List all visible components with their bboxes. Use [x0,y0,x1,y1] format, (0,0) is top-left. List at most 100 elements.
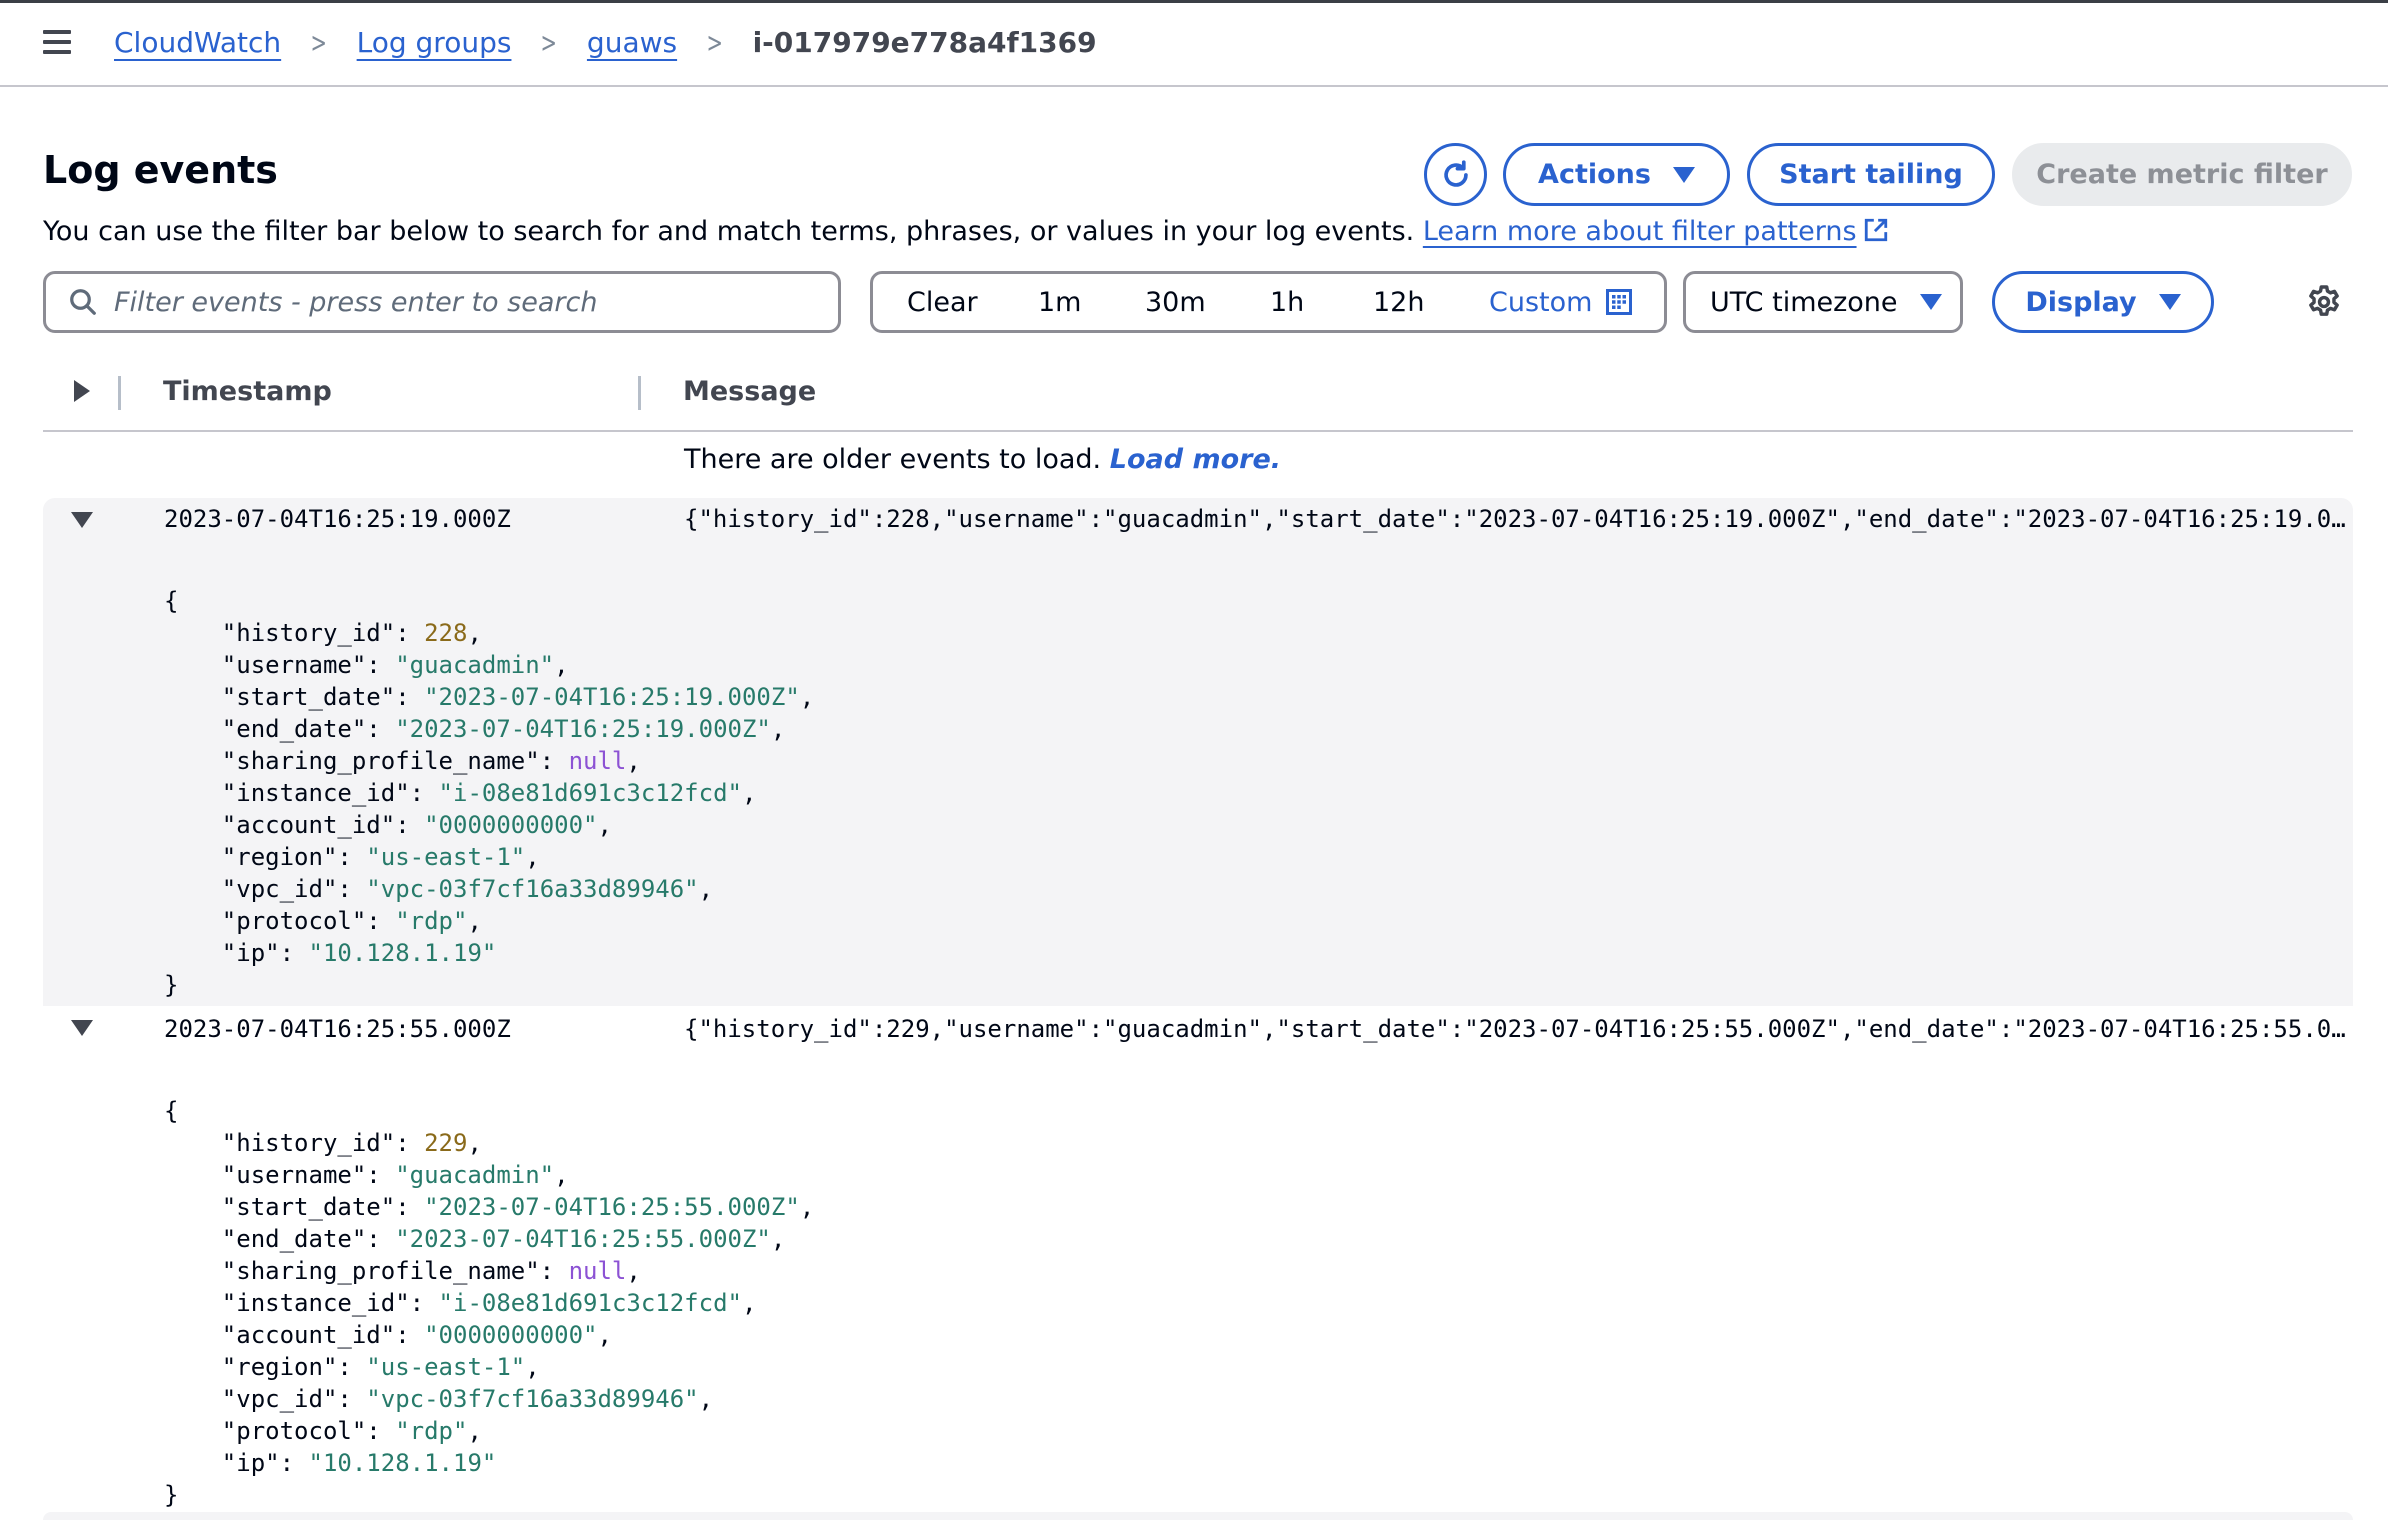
time-range-30m[interactable]: 30m [1145,287,1206,318]
json-field: "region": "us-east-1", [164,1353,540,1381]
column-header-timestamp[interactable]: Timestamp [163,376,332,407]
json-value: "2023-07-04T16:25:55.000Z" [424,1193,800,1221]
page-description: You can use the filter bar below to sear… [43,216,1889,247]
json-field: "account_id": "0000000000", [164,1321,612,1349]
json-field: "protocol": "rdp", [164,907,482,935]
log-event-row[interactable]: 2023-07-04T16:25:19.000Z {"history_id":2… [43,498,2354,1006]
older-events-notice: There are older events to load. Load mor… [684,444,1281,475]
table-header-divider [43,430,2353,432]
json-field: "end_date": "2023-07-04T16:25:19.000Z", [164,715,786,743]
json-value: "rdp" [395,907,468,935]
column-divider[interactable] [118,376,121,410]
json-field: "instance_id": "i-08e81d691c3c12fcd", [164,1289,757,1317]
event-timestamp: 2023-07-04T16:25:19.000Z [164,505,511,533]
log-event-row[interactable]: 2023-07-04T16:25:55.000Z {"history_id":2… [43,1006,2354,1512]
next-log-event-row[interactable] [43,1512,2353,1520]
filter-events-search[interactable] [43,271,841,333]
json-field: "ip": "10.128.1.19" [164,939,497,967]
time-range-clear[interactable]: Clear [907,287,978,318]
json-key: "account_id": [164,811,425,839]
json-key: "account_id": [164,1321,425,1349]
event-timestamp: 2023-07-04T16:25:55.000Z [164,1015,511,1043]
json-value: null [568,747,627,775]
json-value: "us-east-1" [366,843,526,871]
json-key: "username": [164,1161,396,1189]
json-field: "history_id": 229, [164,1129,482,1157]
time-range-12h[interactable]: 12h [1373,287,1424,318]
json-key: "instance_id": [164,1289,439,1317]
refresh-button[interactable] [1424,143,1487,206]
json-key: "sharing_profile_name": [164,1257,569,1285]
start-tailing-label: Start tailing [1779,159,1963,190]
json-field: "region": "us-east-1", [164,843,540,871]
column-header-message[interactable]: Message [683,376,816,407]
description-text: You can use the filter bar below to sear… [43,216,1415,247]
time-range-1m[interactable]: 1m [1038,287,1081,318]
load-more-link[interactable]: Load more. [1110,444,1281,475]
json-value: "i-08e81d691c3c12fcd" [438,779,742,807]
json-close-brace: } [164,971,179,999]
breadcrumb-log-groups[interactable]: Log groups [357,26,512,59]
json-key: "protocol": [164,1417,396,1445]
breadcrumb-current-stream: i-017979e778a4f1369 [752,25,1097,59]
json-field: "end_date": "2023-07-04T16:25:55.000Z", [164,1225,786,1253]
json-key: "end_date": [164,1225,396,1253]
breadcrumb-cloudwatch[interactable]: CloudWatch [114,26,281,59]
event-json-detail: { "history_id": 228, "username": "guacad… [164,585,814,1001]
json-field: "sharing_profile_name": null, [164,1257,641,1285]
collapse-row-icon[interactable] [71,512,93,528]
json-open-brace: { [164,1097,179,1125]
timezone-dropdown[interactable]: UTC timezone [1683,271,1963,333]
json-value: "us-east-1" [366,1353,526,1381]
actions-label: Actions [1538,159,1651,190]
time-range-1h[interactable]: 1h [1270,287,1304,318]
json-field: "vpc_id": "vpc-03f7cf16a33d89946", [164,875,714,903]
json-key: "vpc_id": [164,1385,367,1413]
learn-more-link[interactable]: Learn more about filter patterns [1423,216,1857,247]
chevron-right-icon: > [706,25,724,59]
json-value: "rdp" [395,1417,468,1445]
search-icon [70,289,96,315]
time-range-selector: Clear 1m 30m 1h 12h Custom [870,271,1667,333]
external-link-icon[interactable] [1863,217,1889,243]
hamburger-menu-icon[interactable] [43,30,71,54]
collapse-row-icon[interactable] [71,1020,93,1036]
json-open-brace: { [164,587,179,615]
event-json-detail: { "history_id": 229, "username": "guacad… [164,1095,814,1511]
create-metric-filter-button: Create metric filter [2012,143,2352,206]
caret-down-icon [1672,166,1695,183]
expand-all-toggle-icon[interactable] [74,380,90,402]
json-key: "start_date": [164,683,425,711]
json-value: "2023-07-04T16:25:19.000Z" [395,715,771,743]
json-value: null [568,1257,627,1285]
create-metric-filter-label: Create metric filter [2036,159,2328,190]
json-field: "start_date": "2023-07-04T16:25:55.000Z"… [164,1193,815,1221]
settings-gear-icon[interactable] [2305,283,2343,321]
json-key: "sharing_profile_name": [164,747,569,775]
json-field: "start_date": "2023-07-04T16:25:19.000Z"… [164,683,815,711]
time-range-custom[interactable]: Custom [1489,287,1633,318]
refresh-icon [1443,159,1468,187]
json-field: "sharing_profile_name": null, [164,747,641,775]
start-tailing-button[interactable]: Start tailing [1747,143,1995,206]
json-field: "account_id": "0000000000", [164,811,612,839]
json-key: "protocol": [164,907,396,935]
json-value: "guacadmin" [395,651,555,679]
caret-down-icon [2158,294,2181,310]
json-value: 229 [424,1129,468,1157]
json-field: "history_id": 228, [164,619,482,647]
chevron-right-icon: > [540,25,558,59]
column-divider[interactable] [638,376,641,410]
json-value: 228 [424,619,468,647]
actions-dropdown-button[interactable]: Actions [1503,143,1730,206]
breadcrumb-log-group-guaws[interactable]: guaws [587,26,677,59]
event-message: {"history_id":228,"username":"guacadmin"… [684,505,2354,533]
display-dropdown-button[interactable]: Display [1992,271,2214,333]
display-label: Display [2025,286,2137,318]
json-value: "vpc-03f7cf16a33d89946" [366,875,699,903]
calendar-icon [1606,289,1633,315]
event-message: {"history_id":229,"username":"guacadmin"… [684,1015,2354,1043]
filter-events-input[interactable] [112,285,816,319]
json-key: "history_id": [164,1129,425,1157]
chevron-right-icon: > [310,25,328,59]
